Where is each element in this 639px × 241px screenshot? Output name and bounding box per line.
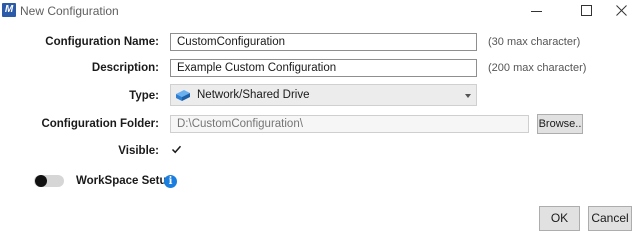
description-label: Description:	[91, 62, 159, 74]
description-input[interactable]	[170, 59, 477, 77]
minimize-button[interactable]	[510, 1, 554, 21]
configuration-name-input[interactable]	[170, 33, 477, 51]
close-icon	[616, 5, 627, 16]
configuration-folder-label: Configuration Folder:	[41, 118, 159, 130]
close-button[interactable]	[595, 1, 639, 21]
visible-label: Visible:	[118, 145, 159, 157]
network-drive-icon	[176, 90, 190, 101]
description-max-hint: (200 max character)	[488, 62, 587, 74]
workspace-setup-toggle[interactable]	[34, 175, 64, 187]
name-max-hint: (30 max character)	[488, 36, 581, 48]
type-label: Type:	[129, 90, 159, 102]
ok-button[interactable]: OK	[539, 206, 580, 231]
toggle-knob	[35, 175, 47, 187]
cancel-button[interactable]: Cancel	[588, 206, 632, 231]
checkmark-icon	[171, 145, 182, 154]
type-selected-value: Network/Shared Drive	[197, 89, 310, 101]
browse-button[interactable]: Browse..	[537, 114, 583, 134]
info-icon[interactable]: i	[164, 175, 177, 188]
chevron-down-icon	[465, 94, 471, 98]
window-title: New Configuration	[20, 4, 119, 18]
visible-checkbox[interactable]	[170, 143, 183, 156]
workspace-setup-label: WorkSpace Setup	[76, 175, 174, 187]
title-bar: M New Configuration	[0, 0, 639, 22]
configuration-folder-input[interactable]	[170, 115, 529, 133]
configuration-name-label: Configuration Name:	[45, 36, 159, 48]
type-dropdown[interactable]: Network/Shared Drive	[170, 84, 477, 106]
app-logo-icon: M	[2, 3, 16, 17]
